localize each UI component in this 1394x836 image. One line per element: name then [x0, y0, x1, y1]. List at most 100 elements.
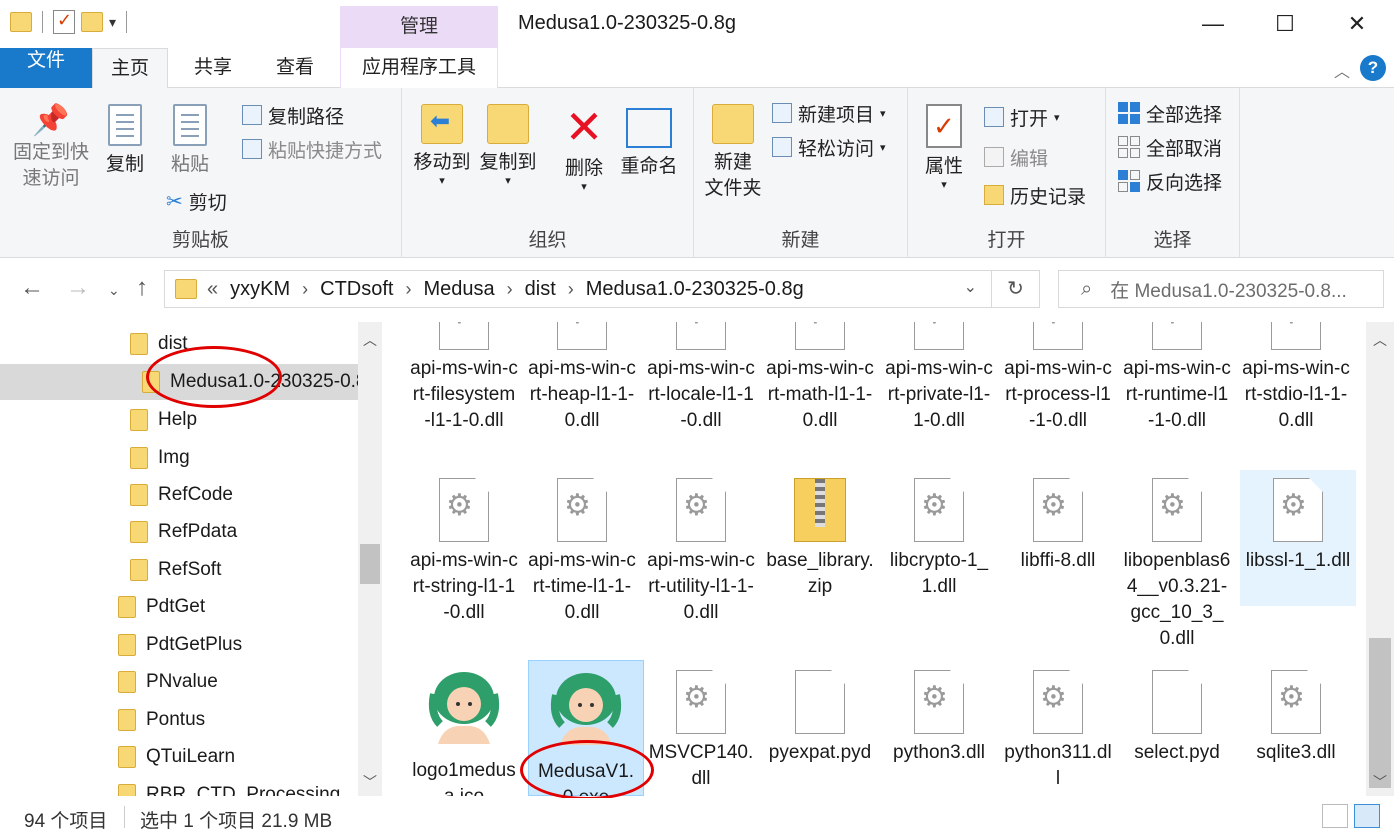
breadcrumb-item[interactable]: yxyKM: [230, 278, 290, 301]
nav-item-label: Pontus: [146, 709, 206, 730]
breadcrumb-separator-icon[interactable]: ›: [405, 279, 411, 300]
copy-to-button[interactable]: 复制到 ▾: [476, 104, 540, 187]
search-input[interactable]: ⌕ 在 Medusa1.0-230325-0.8...: [1058, 270, 1384, 308]
invert-selection-button[interactable]: 反向选择: [1118, 166, 1222, 196]
scroll-up-icon[interactable]: ︿: [1366, 330, 1394, 350]
rename-button[interactable]: 重命名: [616, 104, 682, 180]
nav-item-refsoft[interactable]: RefSoft: [130, 552, 221, 588]
file-item[interactable]: python3.dll: [881, 660, 997, 796]
nav-item-qtuilearn[interactable]: QTuiLearn: [118, 739, 235, 775]
copy-button[interactable]: 复制: [98, 104, 152, 178]
up-arrow-icon[interactable]: ↑: [136, 274, 148, 302]
file-item[interactable]: api-ms-win-crt-time-l1-1-0.dll: [524, 472, 640, 648]
open-button[interactable]: 打开 ▾: [984, 102, 1060, 132]
nav-pane-scrollbar[interactable]: ︿ ﹀: [358, 322, 382, 796]
file-item[interactable]: api-ms-win-crt-utility-l1-1-0.dll: [643, 472, 759, 648]
address-overflow-icon[interactable]: «: [207, 278, 218, 301]
recent-locations-chevron-icon[interactable]: ⌄: [108, 282, 120, 299]
file-item[interactable]: api-ms-win-crt-process-l1-1-0.dll: [1000, 322, 1116, 462]
delete-button[interactable]: ✕ 删除 ▾: [556, 104, 612, 193]
file-item-selected[interactable]: MedusaV1.0.exe: [528, 660, 644, 796]
tab-file[interactable]: 文件: [0, 48, 92, 88]
file-item[interactable]: libffi-8.dll: [1000, 472, 1116, 648]
file-item[interactable]: libcrypto-1_1.dll: [881, 472, 997, 648]
qat-customize-icon[interactable]: ▾: [109, 14, 116, 31]
cut-button[interactable]: ✂ 剪切: [166, 186, 227, 216]
file-item[interactable]: select.pyd: [1119, 660, 1235, 796]
manage-context-tab[interactable]: 管理: [340, 6, 498, 48]
file-item[interactable]: api-ms-win-crt-string-l1-1-0.dll: [406, 472, 522, 648]
scroll-down-icon[interactable]: ﹀: [358, 772, 382, 792]
file-item[interactable]: api-ms-win-crt-stdio-l1-1-0.dll: [1238, 322, 1354, 462]
forward-arrow-icon[interactable]: →: [66, 274, 90, 302]
back-arrow-icon[interactable]: ←: [20, 274, 44, 302]
nav-item-refcode[interactable]: RefCode: [130, 477, 233, 513]
file-item[interactable]: python311.dll: [1000, 660, 1116, 796]
edit-button[interactable]: 编辑: [984, 142, 1048, 172]
details-view-icon[interactable]: [1322, 804, 1348, 828]
scrollbar-thumb[interactable]: [360, 544, 380, 584]
move-to-button[interactable]: ⬅ 移动到 ▾: [410, 104, 474, 187]
properties-check-icon[interactable]: [53, 10, 75, 34]
address-dropdown-icon[interactable]: ⌄: [964, 277, 977, 297]
nav-item-pdtgetplus[interactable]: PdtGetPlus: [118, 627, 242, 663]
address-bar[interactable]: « yxyKM › CTDsoft › Medusa › dist › Medu…: [164, 270, 1040, 308]
large-icons-view-icon[interactable]: [1354, 804, 1380, 828]
file-item[interactable]: api-ms-win-crt-heap-l1-1-0.dll: [524, 322, 640, 462]
refresh-icon[interactable]: ↻: [991, 271, 1039, 307]
file-item[interactable]: api-ms-win-crt-filesystem-l1-1-0.dll: [406, 322, 522, 462]
new-folder-icon[interactable]: [81, 12, 103, 32]
ribbon-collapse-icon[interactable]: ︿: [1334, 58, 1350, 82]
scroll-up-icon[interactable]: ︿: [358, 330, 382, 350]
paste-button[interactable]: 粘贴: [160, 104, 220, 178]
file-item[interactable]: MSVCP140.dll: [643, 660, 759, 796]
new-folder-button[interactable]: 新建 文件夹: [698, 104, 768, 202]
file-item[interactable]: libopenblas64__v0.3.21-gcc_10_3_0.dll: [1119, 472, 1235, 658]
easy-access-button[interactable]: 轻松访问 ▾: [772, 132, 886, 162]
file-item[interactable]: base_library.zip: [762, 472, 878, 648]
file-item[interactable]: logo1medusa.ico: [406, 660, 522, 796]
copy-path-button[interactable]: 复制路径: [242, 100, 344, 130]
select-none-button[interactable]: 全部取消: [1118, 132, 1222, 162]
breadcrumb-item[interactable]: Medusa: [423, 278, 494, 301]
content-scrollbar[interactable]: ︿ ﹀: [1366, 322, 1394, 796]
new-item-button[interactable]: 新建项目 ▾: [772, 98, 886, 128]
file-item[interactable]: libssl-1_1.dll: [1240, 470, 1356, 606]
nav-item-medusa-folder[interactable]: Medusa1.0-230325-0.8g: [0, 364, 377, 400]
breadcrumb-separator-icon[interactable]: ›: [568, 279, 574, 300]
tab-home[interactable]: 主页: [92, 48, 168, 89]
tab-share[interactable]: 共享: [176, 48, 250, 88]
nav-item-dist[interactable]: dist: [130, 326, 188, 362]
minimize-button[interactable]: —: [1178, 6, 1248, 42]
tab-application-tools[interactable]: 应用程序工具: [340, 48, 498, 88]
select-all-button[interactable]: 全部选择: [1118, 98, 1222, 128]
tab-view[interactable]: 查看: [258, 48, 332, 88]
nav-item-pdtget[interactable]: PdtGet: [118, 589, 205, 625]
maximize-button[interactable]: ☐: [1250, 6, 1320, 42]
file-item[interactable]: api-ms-win-crt-math-l1-1-0.dll: [762, 322, 878, 462]
history-button[interactable]: 历史记录: [984, 180, 1086, 210]
breadcrumb-item[interactable]: Medusa1.0-230325-0.8g: [586, 278, 804, 301]
file-item[interactable]: api-ms-win-crt-runtime-l1-1-0.dll: [1119, 322, 1235, 462]
breadcrumb-separator-icon[interactable]: ›: [507, 279, 513, 300]
file-item[interactable]: api-ms-win-crt-locale-l1-1-0.dll: [643, 322, 759, 462]
scroll-down-icon[interactable]: ﹀: [1366, 772, 1394, 792]
nav-item-refpdata[interactable]: RefPdata: [130, 514, 237, 550]
file-item[interactable]: api-ms-win-crt-private-l1-1-0.dll: [881, 322, 997, 462]
breadcrumb-separator-icon[interactable]: ›: [302, 279, 308, 300]
breadcrumb-item[interactable]: CTDsoft: [320, 278, 393, 301]
scrollbar-thumb[interactable]: [1369, 638, 1391, 788]
nav-item-img[interactable]: Img: [130, 440, 190, 476]
file-item[interactable]: sqlite3.dll: [1238, 660, 1354, 796]
close-button[interactable]: ✕: [1322, 6, 1392, 42]
nav-item-pnvalue[interactable]: PNvalue: [118, 664, 218, 700]
paste-shortcut-button[interactable]: 粘贴快捷方式: [242, 134, 382, 164]
breadcrumb-item[interactable]: dist: [525, 278, 556, 301]
nav-item-pontus[interactable]: Pontus: [118, 702, 205, 738]
nav-item-rbr-ctd-processing[interactable]: RBR_CTD_Processing: [118, 777, 340, 796]
pin-quick-access-button[interactable]: 📌 固定到快 速访问: [8, 106, 94, 192]
help-icon[interactable]: ?: [1360, 55, 1386, 81]
file-item[interactable]: pyexpat.pyd: [762, 660, 878, 796]
nav-item-help[interactable]: Help: [130, 402, 197, 438]
properties-button[interactable]: ✓ 属性 ▾: [918, 104, 970, 191]
